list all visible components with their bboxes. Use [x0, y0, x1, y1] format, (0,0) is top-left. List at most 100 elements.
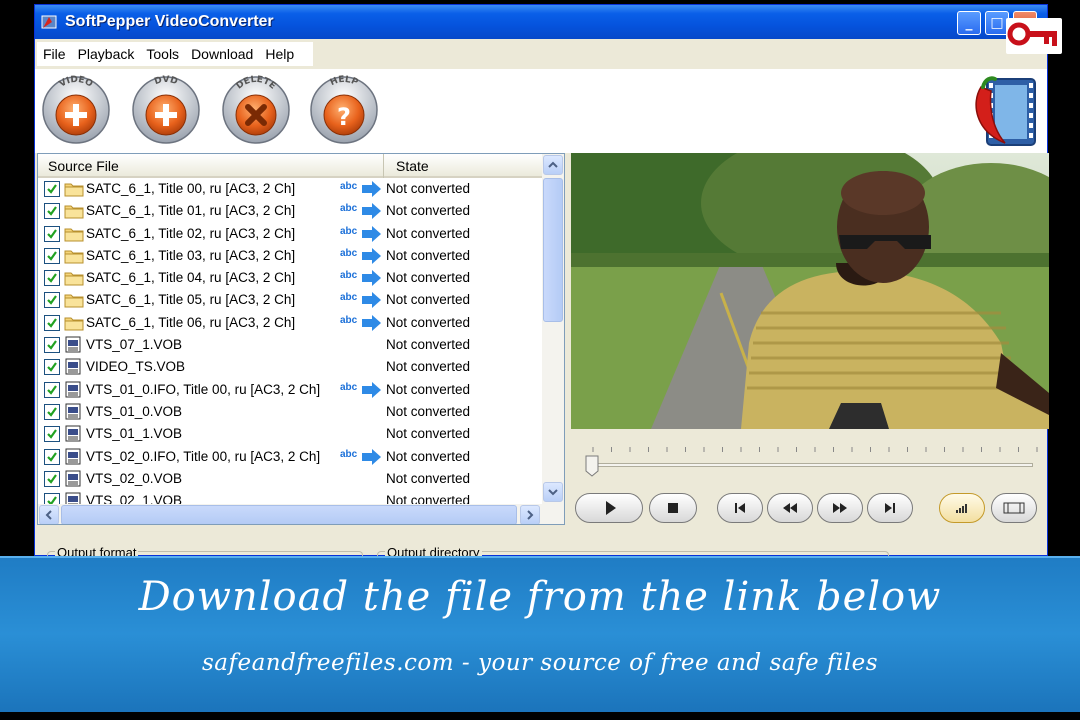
table-row[interactable]: VTS_01_0.IFO, Title 00, ru [AC3, 2 Ch] ab… — [38, 379, 542, 401]
table-row[interactable]: VTS_07_1.VOB Not converted — [38, 334, 542, 356]
table-row[interactable]: SATC_6_1, Title 06, ru [AC3, 2 Ch] abc Not… — [38, 312, 542, 334]
row-checkbox[interactable] — [44, 470, 60, 487]
fullscreen-button[interactable] — [991, 493, 1037, 523]
conversion-state: Not converted — [386, 270, 471, 286]
blue-arrow-icon — [362, 203, 381, 220]
subtitle-arrow-icon: abc — [340, 269, 382, 287]
row-checkbox[interactable] — [44, 270, 60, 287]
file-name: VTS_01_0.IFO, Title 00, ru [AC3, 2 Ch] — [86, 381, 321, 397]
scroll-right-button[interactable] — [520, 505, 540, 524]
row-checkbox[interactable] — [44, 337, 60, 354]
file-name: SATC_6_1, Title 02, ru [AC3, 2 Ch] — [86, 225, 296, 241]
menu-strip: File Playback Tools Download Help — [37, 42, 313, 66]
scroll-down-button[interactable] — [543, 482, 563, 502]
vertical-scrollbar[interactable] — [542, 154, 564, 504]
source-file-list[interactable]: Source File State SATC_6_1, Title 00, ru… — [37, 153, 565, 525]
download-banner: Download the file from the link below sa… — [0, 556, 1080, 712]
conversion-state: Not converted — [386, 359, 471, 375]
row-checkbox[interactable] — [44, 403, 60, 420]
add-video-button[interactable]: VIDEO — [41, 75, 111, 145]
toolbar: VIDEO DVD DELETE HELP ? — [35, 69, 1047, 153]
table-row[interactable]: SATC_6_1, Title 03, ru [AC3, 2 Ch] abc Not… — [38, 245, 542, 267]
table-row[interactable]: SATC_6_1, Title 01, ru [AC3, 2 Ch] abc Not… — [38, 200, 542, 222]
timeline-ticks — [592, 447, 1038, 452]
table-row[interactable]: SATC_6_1, Title 05, ru [AC3, 2 Ch] abc Not… — [38, 289, 542, 311]
banner-title: Download the file from the link below — [138, 574, 942, 620]
table-row[interactable]: SATC_6_1, Title 00, ru [AC3, 2 Ch] abc Not… — [38, 178, 542, 200]
conversion-state: Not converted — [386, 470, 471, 486]
row-checkbox[interactable] — [44, 314, 60, 331]
rewind-button[interactable] — [767, 493, 813, 523]
row-checkbox[interactable] — [44, 381, 60, 398]
row-checkbox[interactable] — [44, 225, 60, 242]
play-button[interactable] — [575, 493, 643, 523]
checkmark-icon — [47, 429, 57, 439]
checkmark-icon — [47, 273, 57, 283]
chevron-down-icon — [548, 489, 558, 496]
blue-arrow-icon — [362, 381, 381, 398]
blue-arrow-icon — [362, 314, 381, 331]
subtitle-arrow-icon: abc — [340, 247, 382, 265]
row-checkbox[interactable] — [44, 247, 60, 264]
column-header-state[interactable]: State — [384, 154, 542, 178]
menu-download[interactable]: Download — [185, 42, 259, 66]
row-checkbox[interactable] — [44, 359, 60, 376]
row-checkbox[interactable] — [44, 292, 60, 309]
folder-icon — [64, 202, 84, 219]
row-checkbox[interactable] — [44, 426, 60, 443]
table-row[interactable]: SATC_6_1, Title 02, ru [AC3, 2 Ch] abc Not… — [38, 223, 542, 245]
menu-help[interactable]: Help — [259, 42, 300, 66]
chevron-up-icon — [548, 161, 558, 168]
table-row[interactable]: VTS_02_0.IFO, Title 00, ru [AC3, 2 Ch] ab… — [38, 446, 542, 468]
stop-button[interactable] — [649, 493, 697, 523]
file-name: VTS_01_0.VOB — [86, 403, 183, 419]
file-name: SATC_6_1, Title 00, ru [AC3, 2 Ch] — [86, 181, 296, 196]
vertical-scroll-thumb[interactable] — [543, 178, 563, 322]
app-logo-small-icon — [41, 15, 57, 29]
conversion-state: Not converted — [386, 225, 471, 241]
scroll-up-button[interactable] — [543, 155, 563, 175]
scroll-left-button[interactable] — [39, 505, 59, 524]
horizontal-scroll-thumb[interactable] — [61, 505, 517, 524]
file-name: SATC_6_1, Title 01, ru [AC3, 2 Ch] — [86, 203, 296, 219]
list-header: Source File State — [38, 154, 542, 178]
file-name: VTS_07_1.VOB — [86, 337, 183, 353]
film-strip-icon — [1003, 502, 1025, 514]
column-header-source-file[interactable]: Source File — [38, 154, 384, 178]
help-button[interactable]: HELP ? — [309, 75, 379, 145]
playback-timeline[interactable] — [571, 435, 1047, 481]
menu-playback[interactable]: Playback — [72, 42, 141, 66]
checkmark-icon — [47, 474, 57, 484]
timeline-slider-thumb[interactable] — [585, 455, 599, 477]
film-icon — [64, 336, 84, 353]
table-row[interactable]: VTS_01_1.VOB Not converted — [38, 423, 542, 445]
table-row[interactable]: VIDEO_TS.VOB Not converted — [38, 356, 542, 378]
delete-button[interactable]: DELETE — [221, 75, 291, 145]
row-checkbox[interactable] — [44, 181, 60, 197]
file-name: VTS_02_0.IFO, Title 00, ru [AC3, 2 Ch] — [86, 448, 321, 464]
timeline-track[interactable] — [589, 463, 1033, 467]
conversion-state: Not converted — [386, 292, 471, 308]
rewind-icon — [783, 503, 797, 513]
volume-button[interactable] — [939, 493, 985, 523]
film-icon — [64, 381, 84, 398]
row-checkbox[interactable] — [44, 203, 60, 220]
horizontal-scrollbar[interactable] — [38, 504, 564, 524]
table-row[interactable]: SATC_6_1, Title 04, ru [AC3, 2 Ch] abc Not… — [38, 267, 542, 289]
menu-file[interactable]: File — [37, 42, 72, 66]
title-bar[interactable]: SoftPepper VideoConverter _ □ × — [35, 5, 1047, 39]
minimize-button[interactable]: _ — [957, 11, 981, 35]
folder-icon — [64, 314, 84, 331]
add-dvd-button[interactable]: DVD — [131, 75, 201, 145]
subtitle-arrow-icon: abc — [340, 180, 382, 198]
menu-tools[interactable]: Tools — [140, 42, 185, 66]
conversion-state: Not converted — [386, 448, 471, 464]
next-button[interactable] — [867, 493, 913, 523]
conversion-state: Not converted — [386, 381, 471, 397]
table-row[interactable]: VTS_01_0.VOB Not converted — [38, 401, 542, 423]
checkmark-icon — [47, 340, 57, 350]
table-row[interactable]: VTS_02_0.VOB Not converted — [38, 468, 542, 490]
previous-button[interactable] — [717, 493, 763, 523]
fast-forward-button[interactable] — [817, 493, 863, 523]
row-checkbox[interactable] — [44, 448, 60, 465]
